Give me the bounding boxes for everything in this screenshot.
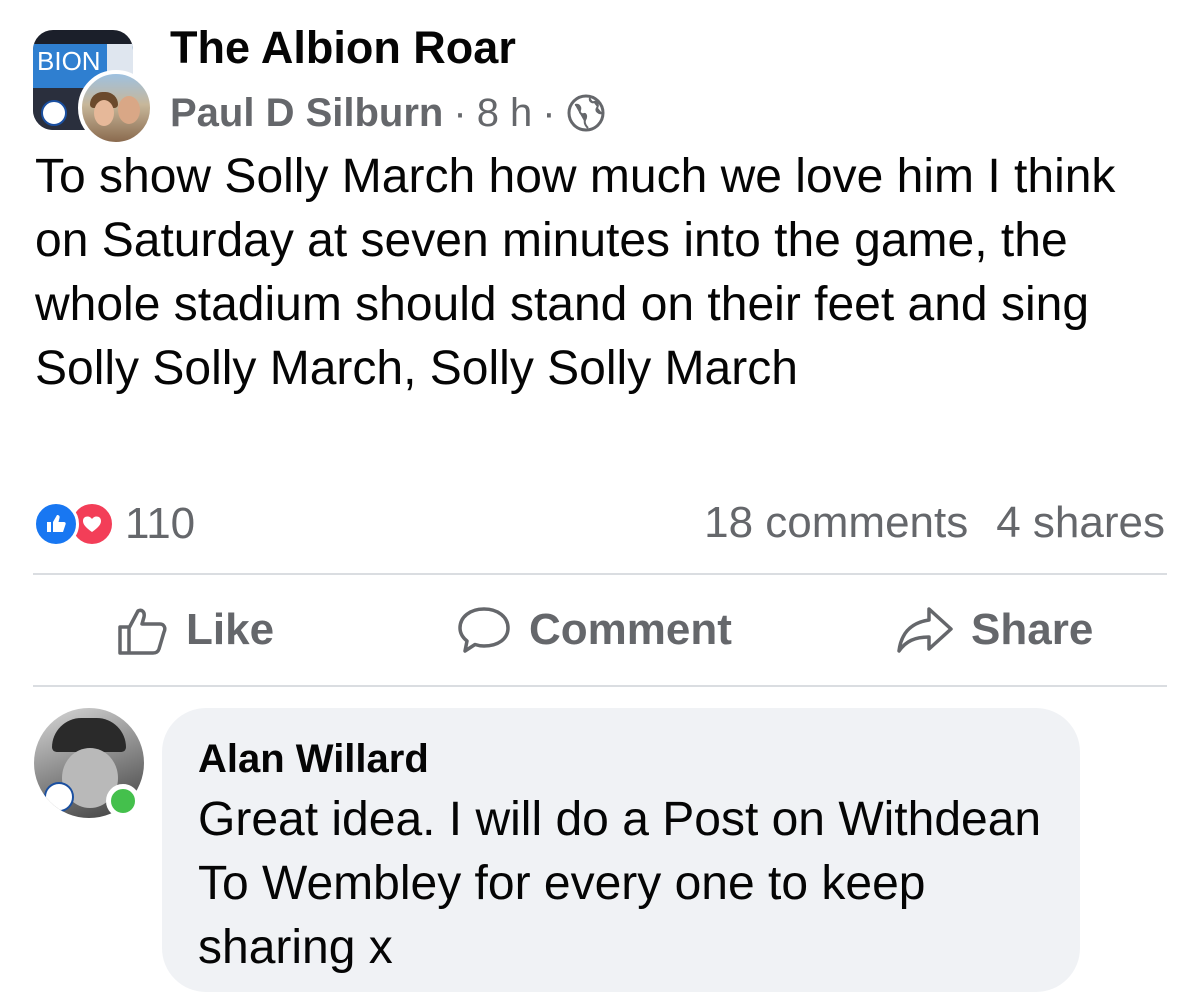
comment-label: Comment xyxy=(529,605,732,654)
divider xyxy=(33,685,1167,687)
separator: · xyxy=(542,90,556,135)
globe-icon xyxy=(566,93,606,133)
share-arrow-icon xyxy=(897,607,953,653)
share-label: Share xyxy=(971,605,1094,654)
group-avatar-text: BION xyxy=(37,46,101,76)
group-name[interactable]: The Albion Roar xyxy=(170,22,516,74)
post-header: BION The Albion Roar Paul D Silburn · 8 … xyxy=(0,0,1200,146)
comment-text: Great idea. I will do a Post on Withdean… xyxy=(198,793,1042,974)
reactions-summary[interactable]: 110 xyxy=(33,499,196,548)
separator: · xyxy=(453,90,467,135)
thumbs-up-icon xyxy=(118,608,167,655)
like-label: Like xyxy=(186,605,275,654)
post-text: To show Solly March how much we love him… xyxy=(35,150,1116,395)
club-crest-icon xyxy=(41,100,67,126)
action-bar: Like Comment Share xyxy=(0,590,1200,670)
divider xyxy=(33,573,1167,575)
comment-bubble: Alan Willard Great idea. I will do a Pos… xyxy=(162,708,1080,992)
post-meta: Paul D Silburn · 8 h · xyxy=(170,88,606,138)
engagement-counts: 18 comments 4 shares xyxy=(704,498,1165,548)
author-avatar[interactable] xyxy=(78,70,154,146)
author-name[interactable]: Paul D Silburn xyxy=(170,91,443,136)
avatar-face xyxy=(118,96,140,124)
reaction-count: 110 xyxy=(125,499,196,548)
comment-button[interactable]: Comment xyxy=(455,600,732,660)
like-icon xyxy=(33,501,79,547)
avatar-cap xyxy=(52,718,126,752)
share-button[interactable]: Share xyxy=(895,600,1093,660)
shares-count[interactable]: 4 shares xyxy=(996,498,1165,548)
comment-author[interactable]: Alan Willard xyxy=(198,734,1044,784)
post-time[interactable]: 8 h xyxy=(477,91,533,136)
comment-icon xyxy=(458,607,510,653)
online-status-icon xyxy=(106,784,140,818)
club-badge-icon xyxy=(44,782,74,812)
avatar-face xyxy=(94,100,114,126)
comments-count[interactable]: 18 comments xyxy=(704,498,968,548)
like-button[interactable]: Like xyxy=(116,600,274,660)
